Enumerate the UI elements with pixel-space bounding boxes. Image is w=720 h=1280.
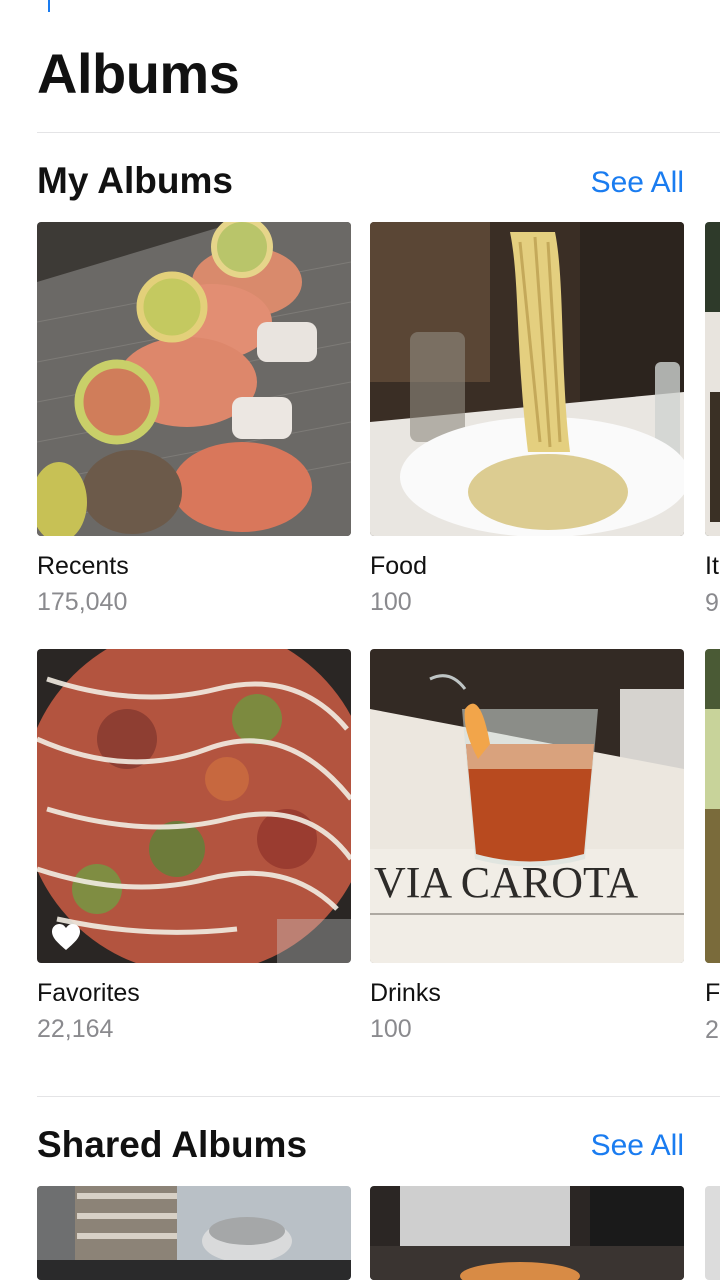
shared-albums-see-all-button[interactable]: See All xyxy=(591,1131,684,1161)
album-name: Favorites xyxy=(37,979,140,1007)
album-food[interactable]: Food 100 xyxy=(370,222,684,617)
shared-albums-heading: Shared Albums xyxy=(37,1124,308,1165)
album-peek-name: It xyxy=(705,552,719,580)
album-recents[interactable]: Recents 175,040 xyxy=(37,222,351,617)
my-albums-heading: My Albums xyxy=(37,160,233,201)
album-drinks[interactable]: VIA CAROTA Drinks 100 xyxy=(370,649,684,1044)
text-cursor xyxy=(48,0,50,12)
drinks-thumbnail: VIA CAROTA xyxy=(370,649,684,963)
shared-album-thumbnail xyxy=(370,1186,684,1280)
header-divider xyxy=(37,132,720,133)
shared-album-peek[interactable] xyxy=(705,1186,720,1280)
album-peek-count: 2 xyxy=(705,1016,719,1044)
album-name: Recents xyxy=(37,552,129,580)
my-albums-see-all-button[interactable]: See All xyxy=(591,168,684,198)
food-thumbnail xyxy=(370,222,684,536)
album-count: 175,040 xyxy=(37,588,128,616)
album-favorites[interactable]: Favorites 22,164 xyxy=(37,649,351,1044)
album-name: Drinks xyxy=(370,979,441,1007)
shared-album-2[interactable] xyxy=(370,1186,684,1280)
album-peek-name: F xyxy=(705,979,720,1007)
album-count: 22,164 xyxy=(37,1015,114,1043)
album-name: Food xyxy=(370,552,427,580)
album-peek-thumbnail[interactable] xyxy=(705,649,720,963)
album-peek-count: 9 xyxy=(705,589,719,617)
page-title: Albums xyxy=(37,42,240,105)
shared-album-1[interactable] xyxy=(37,1186,351,1280)
recents-thumbnail xyxy=(37,222,351,536)
section-divider xyxy=(37,1096,720,1097)
album-peek-thumbnail[interactable] xyxy=(705,222,720,536)
shared-album-thumbnail xyxy=(37,1186,351,1280)
menu-text: VIA CAROTA xyxy=(374,858,638,907)
album-count: 100 xyxy=(370,588,412,616)
album-count: 100 xyxy=(370,1015,412,1043)
heart-icon xyxy=(52,924,80,950)
favorites-thumbnail xyxy=(37,649,351,963)
